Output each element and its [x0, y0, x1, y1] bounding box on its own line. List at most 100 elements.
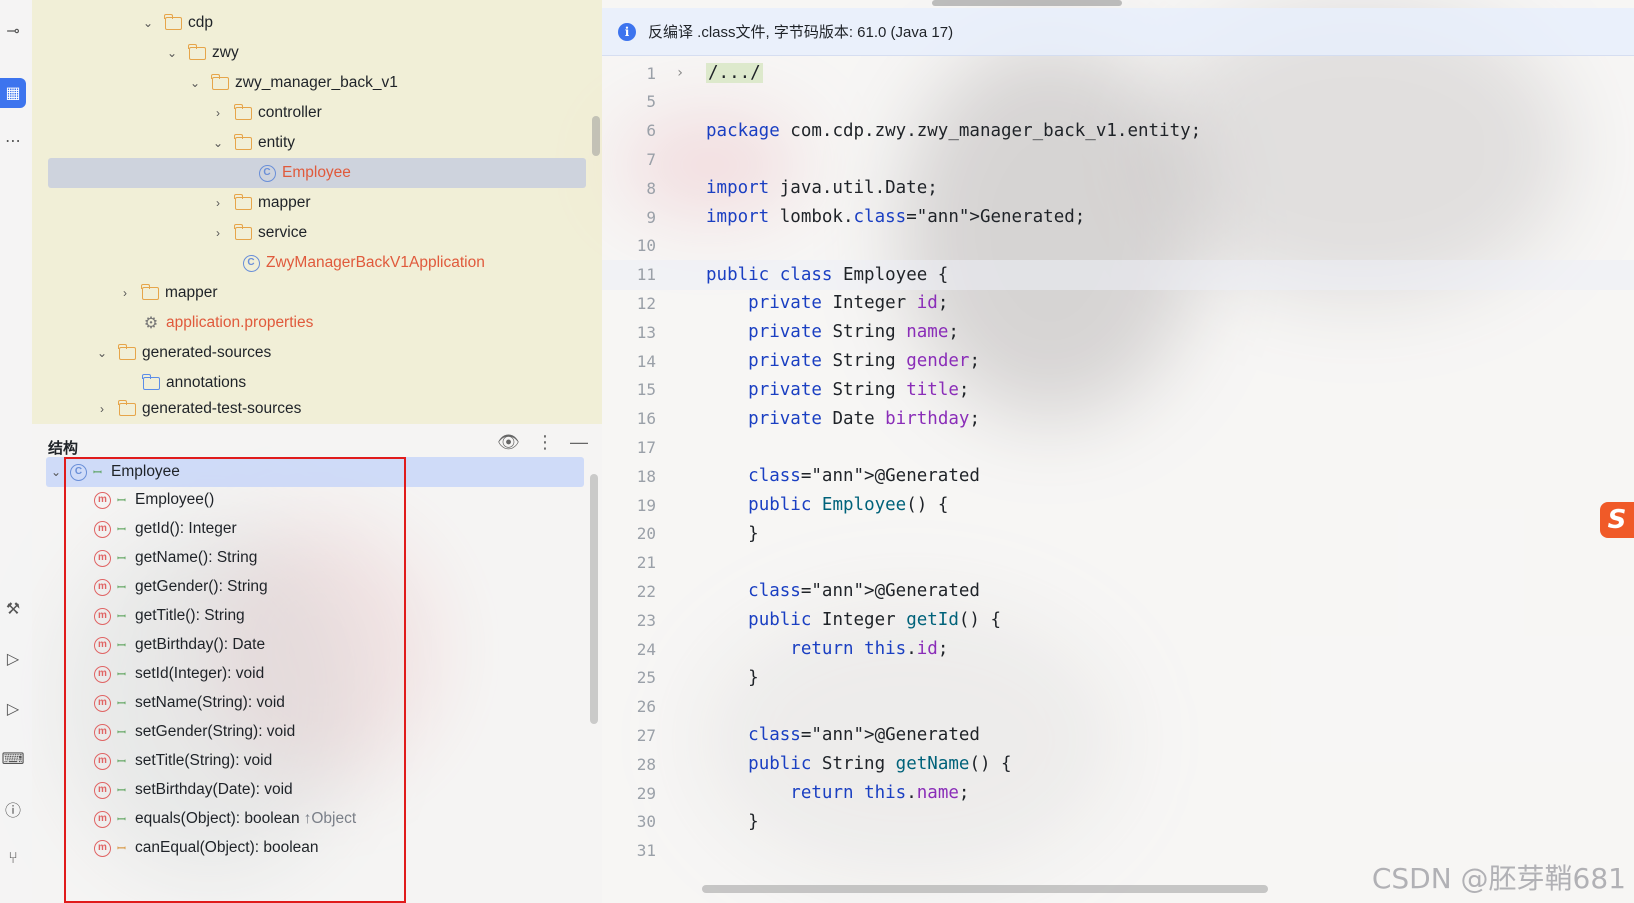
tree-item-cdp[interactable]: ⌄ cdp [32, 8, 588, 38]
code-line[interactable]: 27 class="ann">@Generated [602, 720, 1634, 750]
folder-icon [210, 73, 229, 90]
structure-member[interactable]: m ꟷ getId(): Integer [46, 514, 584, 544]
code-line[interactable]: 7 [602, 144, 1634, 174]
build-icon[interactable]: ⚒ [0, 594, 26, 624]
code-line[interactable]: 10 [602, 231, 1634, 261]
structure-member[interactable]: m ꟷ getBirthday(): Date [46, 630, 584, 660]
code-line[interactable]: 6 package com.cdp.zwy.zwy_manager_back_v1… [602, 116, 1634, 146]
structure-member[interactable]: m ꟷ equals(Object): boolean ↑Object [46, 804, 584, 834]
chevron-down-icon[interactable]: ⌄ [187, 76, 203, 90]
chevron-down-icon[interactable]: ⌄ [48, 465, 64, 479]
code-line[interactable]: 22 class="ann">@Generated [602, 576, 1634, 606]
tree-item-employee[interactable]: C Employee [48, 158, 586, 188]
chevron-down-icon[interactable]: ⌄ [164, 46, 180, 60]
tree-item-mapper[interactable]: › mapper [32, 188, 588, 218]
kebab-menu-icon[interactable]: ⋮ [536, 432, 554, 453]
code-line[interactable]: 5 [602, 87, 1634, 117]
debug-icon[interactable]: ▷ [0, 694, 26, 724]
chevron-down-icon[interactable]: ⌄ [140, 16, 156, 30]
chevron-down-icon[interactable]: ⌄ [210, 136, 226, 150]
code-line[interactable]: 20 } [602, 519, 1634, 549]
code-line[interactable]: 25 } [602, 663, 1634, 693]
code-area[interactable]: 1 › /.../ 5 6 package com.cdp.zwy.zwy_manager… [602, 58, 1634, 903]
editor-horizontal-scrollbar[interactable] [702, 885, 1268, 893]
tree-item-application-class[interactable]: C ZwyManagerBackV1Application [32, 248, 588, 278]
code-line[interactable]: 12 private Integer id; [602, 288, 1634, 318]
tree-item-zwy[interactable]: ⌄ zwy [32, 38, 588, 68]
tree-item-generated-test-sources[interactable]: › generated-test-sources [32, 396, 588, 422]
chevron-right-icon[interactable]: › [210, 196, 226, 210]
code-line[interactable]: 17 [602, 432, 1634, 462]
code-line[interactable]: 15 private String title; [602, 375, 1634, 405]
line-number: 27 [636, 725, 656, 745]
run-icon[interactable]: ▷ [0, 644, 26, 674]
tree-item-annotations[interactable]: annotations [32, 368, 588, 398]
ime-icon[interactable]: S [1600, 502, 1634, 538]
line-number: 31 [636, 841, 656, 861]
class-icon: C [258, 164, 276, 182]
fold-chevron-icon[interactable]: › [670, 65, 690, 81]
code-line[interactable]: 21 [602, 548, 1634, 578]
activity-bar: ⊸ ▦ ⋯ ⚒ ▷ ▷ ⌨ ⓘ ⑂ [0, 0, 32, 903]
tree-item-zwy-manager-back-v1[interactable]: ⌄ zwy_manager_back_v1 [32, 68, 588, 98]
public-access-icon: ꟷ [117, 668, 126, 681]
folder-icon [233, 103, 252, 120]
structure-title: 结构 [48, 440, 79, 457]
commit-icon[interactable]: ⊸ [0, 16, 26, 46]
info-icon: i [618, 22, 636, 41]
line-number: 7 [646, 149, 656, 169]
line-number: 23 [636, 610, 656, 630]
code-line[interactable]: 24 return this.id; [602, 634, 1634, 664]
structure-root-employee[interactable]: ⌄ C ꟷ Employee [46, 457, 584, 487]
structure-scrollbar[interactable] [590, 474, 598, 724]
structure-member[interactable]: m ꟷ getTitle(): String [46, 601, 584, 631]
code-line[interactable]: 9 import lombok.class="ann">Generated; [602, 202, 1634, 232]
chevron-down-icon[interactable]: ⌄ [94, 346, 110, 360]
structure-icon[interactable]: ▦ [0, 78, 26, 108]
structure-member[interactable]: m ꟷ setGender(String): void [46, 717, 584, 747]
code-line[interactable]: 13 private String name; [602, 317, 1634, 347]
project-scrollbar[interactable] [592, 116, 600, 156]
tree-item-mapper-resources[interactable]: › mapper [32, 278, 588, 308]
line-number: 28 [636, 754, 656, 774]
line-number: 10 [636, 236, 656, 256]
chevron-right-icon[interactable]: › [210, 226, 226, 240]
git-icon[interactable]: ⑂ [0, 844, 26, 874]
terminal-icon[interactable]: ⌨ [0, 744, 26, 774]
eye-icon[interactable]: 👁 [497, 432, 520, 453]
minimize-icon[interactable]: — [570, 432, 588, 453]
structure-member[interactable]: m ꟷ Employee() [46, 485, 584, 515]
code-line[interactable]: 18 class="ann">@Generated [602, 461, 1634, 491]
structure-member[interactable]: m ꟷ getName(): String [46, 543, 584, 573]
chevron-right-icon[interactable]: › [210, 106, 226, 120]
code-editor[interactable]: i 反编译 .class文件, 字节码版本: 61.0 (Java 17) 1 ›… [602, 0, 1634, 903]
code-line[interactable]: 29 return this.name; [602, 778, 1634, 808]
line-number: 30 [636, 812, 656, 832]
code-line[interactable]: 28 public String getName() { [602, 749, 1634, 779]
code-line[interactable]: 14 private String gender; [602, 346, 1634, 376]
code-line[interactable]: 23 public Integer getId() { [602, 605, 1634, 635]
editor-top-scrollbar[interactable] [932, 0, 1122, 6]
structure-member[interactable]: m ꟷ setId(Integer): void [46, 659, 584, 689]
code-line[interactable]: 1 › /.../ [602, 58, 1634, 88]
tree-item-controller[interactable]: › controller [32, 98, 588, 128]
structure-member[interactable]: m ꟷ setName(String): void [46, 688, 584, 718]
code-line[interactable]: 30 } [602, 807, 1634, 837]
structure-member[interactable]: m ꟷ setBirthday(Date): void [46, 775, 584, 805]
tree-item-application-properties[interactable]: ⚙ application.properties [32, 308, 588, 338]
problems-icon[interactable]: ⓘ [0, 794, 26, 824]
code-line[interactable]: 8 import java.util.Date; [602, 173, 1634, 203]
structure-member[interactable]: m ꟷ getGender(): String [46, 572, 584, 602]
more-icon[interactable]: ⋯ [0, 126, 26, 156]
code-line[interactable]: 11 public class Employee { [602, 259, 1634, 290]
code-line[interactable]: 19 public Employee() { [602, 490, 1634, 520]
structure-member[interactable]: m ꟷ canEqual(Object): boolean [46, 833, 584, 863]
structure-member[interactable]: m ꟷ setTitle(String): void [46, 746, 584, 776]
tree-item-entity[interactable]: ⌄ entity [32, 128, 588, 158]
code-line[interactable]: 16 private Date birthday; [602, 404, 1634, 434]
tree-item-service[interactable]: › service [32, 218, 588, 248]
tree-item-generated-sources[interactable]: ⌄ generated-sources [32, 338, 588, 368]
chevron-right-icon[interactable]: › [117, 286, 133, 300]
chevron-right-icon[interactable]: › [94, 402, 110, 416]
code-line[interactable]: 26 [602, 692, 1634, 722]
